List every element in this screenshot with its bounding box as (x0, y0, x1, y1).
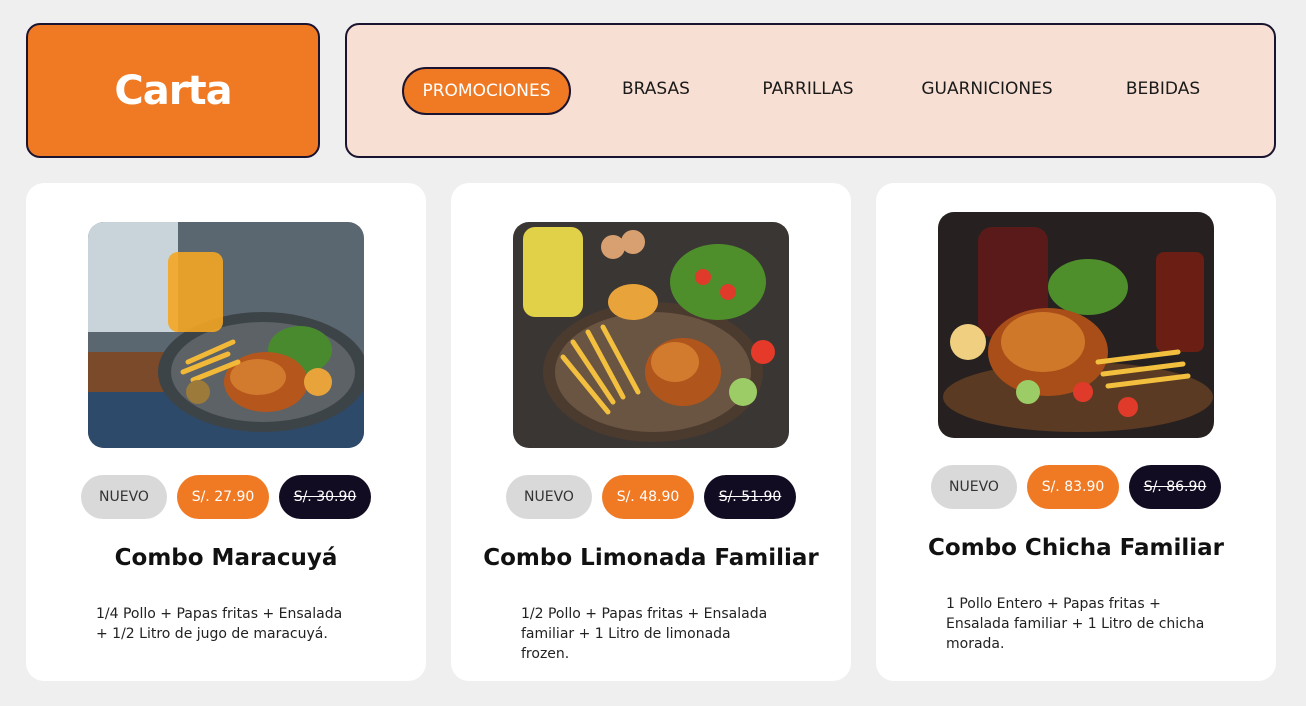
tab-promociones[interactable]: PROMOCIONES (402, 67, 571, 115)
product-card[interactable]: NUEVO S/. 27.90 S/. 30.90 Combo Maracuyá… (26, 183, 426, 681)
food-photo (938, 212, 1214, 438)
product-description: 1 Pollo Entero + Papas fritas + Ensalada… (946, 596, 1205, 652)
product-card[interactable]: NUEVO S/. 48.90 S/. 51.90 Combo Limonada… (451, 183, 851, 681)
food-photo (88, 222, 364, 448)
old-price-badge: S/. 30.90 (279, 475, 371, 519)
product-name: Combo Limonada Familiar (483, 545, 819, 571)
chicken-combo-photo-icon (938, 212, 1214, 438)
badge-nuevo: NUEVO (81, 475, 167, 519)
old-price-badge: S/. 51.90 (704, 475, 796, 519)
badge-nuevo: NUEVO (931, 465, 1017, 509)
food-photo (513, 222, 789, 448)
price-badge: S/. 27.90 (177, 475, 269, 519)
badge-nuevo: NUEVO (506, 475, 592, 519)
product-description: 1/2 Pollo + Papas fritas + Ensalada fami… (521, 606, 768, 662)
price-badge: S/. 48.90 (602, 475, 694, 519)
product-name: Combo Maracuyá (114, 545, 338, 571)
page-title: Carta (114, 67, 232, 114)
product-card[interactable]: NUEVO S/. 83.90 S/. 86.90 Combo Chicha F… (876, 183, 1276, 681)
tab-parrillas[interactable]: PARRILLAS (751, 67, 865, 115)
product-name: Combo Chicha Familiar (928, 535, 1224, 561)
tab-bebidas[interactable]: BEBIDAS (1113, 67, 1213, 115)
tab-brasas[interactable]: BRASAS (605, 67, 707, 115)
chicken-combo-photo-icon (88, 222, 364, 448)
category-nav: PROMOCIONES BRASAS PARRILLAS GUARNICIONE… (345, 23, 1276, 158)
price-badge: S/. 83.90 (1027, 465, 1119, 509)
old-price-badge: S/. 86.90 (1129, 465, 1221, 509)
carta-header: Carta (26, 23, 320, 158)
product-description: 1/4 Pollo + Papas fritas + Ensalada + 1/… (96, 606, 343, 642)
chicken-combo-photo-icon (513, 222, 789, 448)
tab-guarniciones[interactable]: GUARNICIONES (913, 67, 1061, 115)
